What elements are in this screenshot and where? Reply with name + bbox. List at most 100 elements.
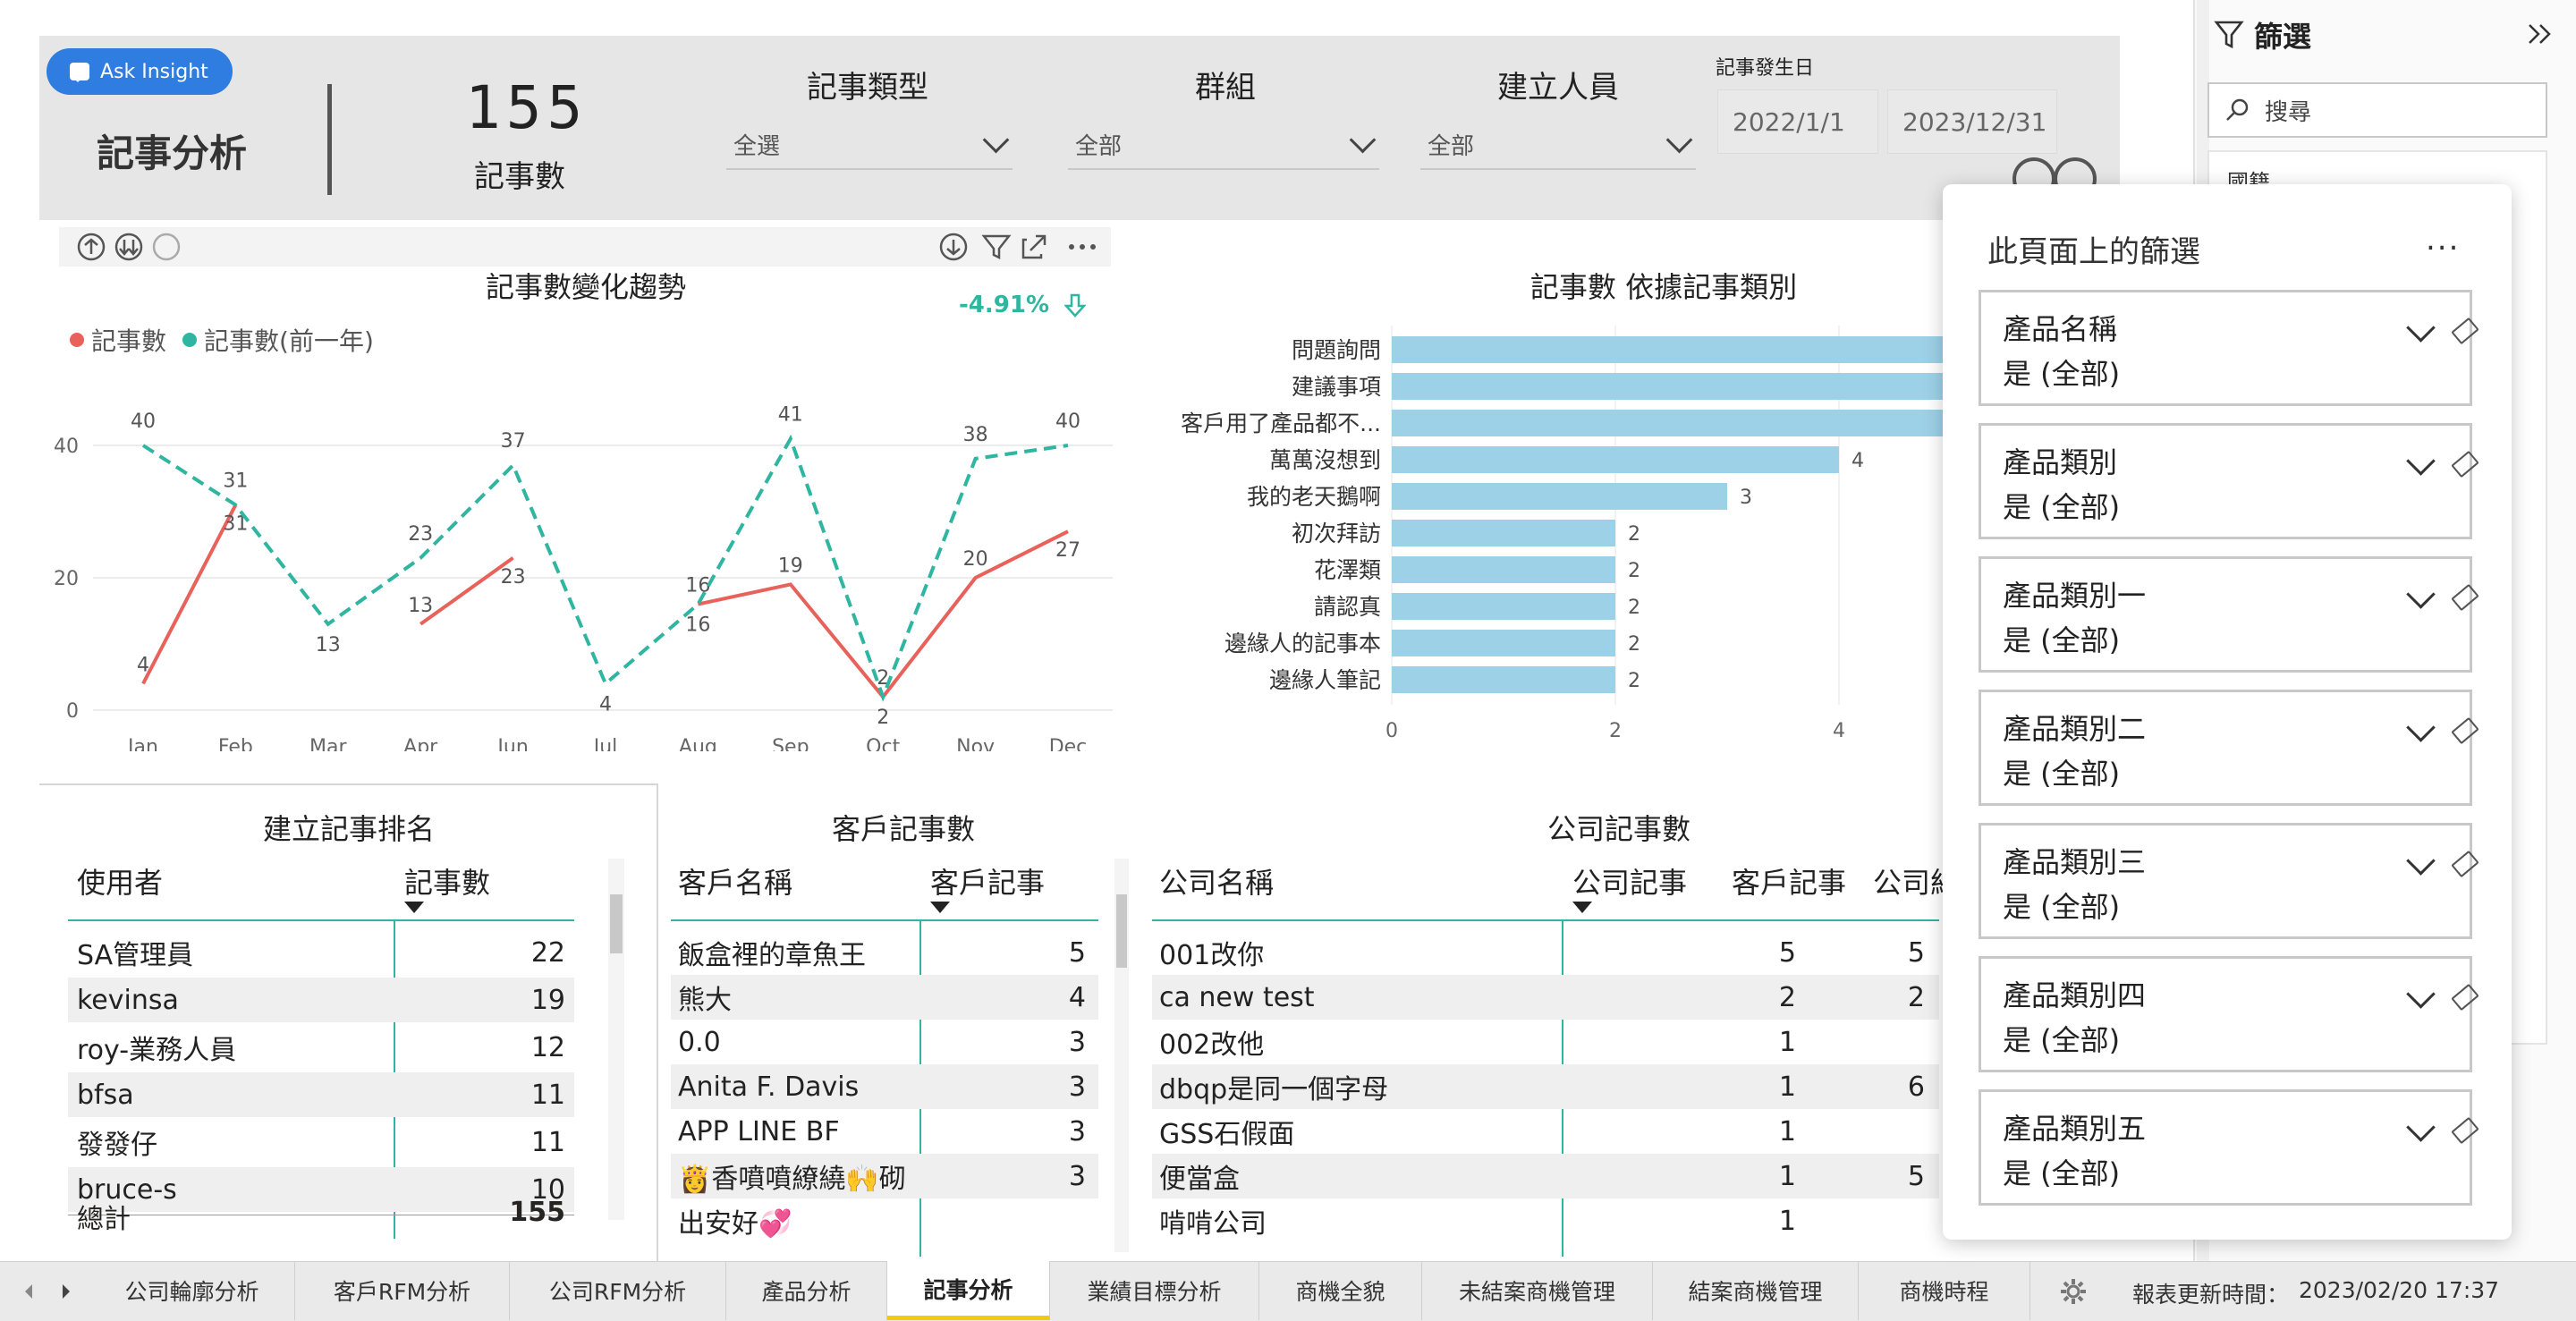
filter-card[interactable]: 產品名稱是 (全部) <box>1979 290 2479 406</box>
tab-3[interactable]: 公司RFM分析 <box>510 1261 726 1320</box>
table-row[interactable]: 0.0 3 <box>671 1020 1098 1064</box>
bar[interactable] <box>1392 593 1615 620</box>
bar[interactable] <box>1392 630 1615 656</box>
table-row[interactable]: 👸香噴噴繚繞🙌砌 3 <box>671 1154 1098 1198</box>
table-row[interactable]: 發發仔 11 <box>68 1120 574 1164</box>
scroll-thumb[interactable] <box>1116 894 1127 968</box>
table-row[interactable]: 001改你 5 5 <box>1152 930 1939 975</box>
legend-label-current: 記事數 <box>91 326 167 356</box>
focus-mode-icon <box>1021 234 1046 259</box>
series-line-current[interactable] <box>419 556 514 626</box>
chevron-down-icon[interactable] <box>2406 713 2436 742</box>
x-tick-label: Feb <box>218 736 253 751</box>
filter-card[interactable]: 產品類別五是 (全部) <box>1979 1089 2479 1206</box>
filter-card[interactable]: 產品類別二是 (全部) <box>1979 690 2479 806</box>
table-row[interactable]: dbqp是同一個字母 1 6 <box>1152 1064 1939 1109</box>
eraser-icon[interactable] <box>2451 317 2479 345</box>
bar[interactable] <box>1392 373 1955 400</box>
table-row[interactable]: APP LINE BF 3 <box>671 1109 1098 1154</box>
table-row[interactable]: 熊大 4 <box>671 975 1098 1020</box>
bar[interactable] <box>1392 556 1615 583</box>
chevron-down-icon[interactable] <box>2406 446 2436 476</box>
tab-navigation-arrows[interactable] <box>20 1281 82 1302</box>
tab-10[interactable]: 商機時程 <box>1859 1261 2030 1320</box>
table-row[interactable]: GSS石假面 1 <box>1152 1109 1939 1154</box>
column-header-company-notes[interactable]: 公司記事 <box>1572 860 1687 902</box>
table-row[interactable]: SA管理員 22 <box>68 930 574 975</box>
date-start-input[interactable]: 2022/1/1 <box>1717 89 1878 154</box>
bar[interactable] <box>1392 410 1955 436</box>
table-row[interactable]: 飯盒裡的章魚王 5 <box>671 930 1098 975</box>
tab-5[interactable]: 記事分析 <box>887 1261 1050 1320</box>
chevron-down-icon[interactable] <box>2406 846 2436 876</box>
eraser-icon[interactable] <box>2451 983 2479 1012</box>
gear-icon[interactable] <box>2059 1277 2088 1306</box>
filter-search-box[interactable]: 搜尋 <box>2207 82 2547 138</box>
slicer-dropdown-type[interactable]: 全選 <box>726 120 1013 170</box>
more-options-icon[interactable]: ... <box>2426 222 2460 258</box>
eraser-icon[interactable] <box>2451 583 2479 612</box>
column-header-company-name[interactable]: 公司名稱 <box>1159 860 1274 902</box>
bar[interactable] <box>1392 446 1839 473</box>
filter-card[interactable]: 產品類別三是 (全部) <box>1979 823 2479 939</box>
filter-value: 是 (全部) <box>2003 357 2121 391</box>
category-bar-chart[interactable]: 0 2 4 問題詢問建議事項客戶用了產品都不... 萬萬沒想到 4 我的老天鵝啊 3 初次拜訪 2… <box>1150 326 1955 755</box>
eraser-icon[interactable] <box>2451 716 2479 745</box>
collapse-pane-icon[interactable] <box>2524 18 2556 50</box>
filter-card[interactable]: 產品類別是 (全部) <box>1979 423 2479 539</box>
category-label: 邊緣人的記事本 <box>1224 631 1381 656</box>
column-header-customer-name[interactable]: 客戶名稱 <box>678 860 792 902</box>
x-tick-label: Mar <box>309 736 347 751</box>
table-row[interactable]: bfsa 11 <box>68 1072 574 1117</box>
chevron-down-icon[interactable] <box>2406 313 2436 343</box>
eraser-icon[interactable] <box>2451 1116 2479 1145</box>
category-chart-title: 記事數 依據記事類別 <box>1530 270 1798 304</box>
bar[interactable] <box>1392 520 1615 546</box>
data-label-previous: 2 <box>877 707 889 729</box>
table-row[interactable]: roy-業務人員 12 <box>68 1025 574 1070</box>
chevron-down-icon[interactable] <box>2406 580 2436 609</box>
ask-insight-button[interactable]: Ask Insight <box>47 48 233 95</box>
chevron-down-icon[interactable] <box>2406 979 2436 1009</box>
column-header-count[interactable]: 記事數 <box>404 860 490 902</box>
drill-controls[interactable] <box>75 231 182 263</box>
filter-card[interactable]: 產品類別四是 (全部) <box>1979 956 2479 1072</box>
column-header-user[interactable]: 使用者 <box>77 860 163 902</box>
slicer-dropdown-creator[interactable]: 全部 <box>1420 120 1696 170</box>
x-tick-label: Dec <box>1049 736 1088 751</box>
bar[interactable] <box>1392 666 1615 693</box>
chevron-down-icon[interactable] <box>2406 1113 2436 1142</box>
tab-4[interactable]: 產品分析 <box>726 1261 887 1320</box>
table-row[interactable]: ca new test 2 2 <box>1152 975 1939 1020</box>
bar[interactable] <box>1392 336 1955 363</box>
scroll-thumb[interactable] <box>610 894 623 953</box>
series-line-previous[interactable] <box>141 434 1069 702</box>
column-header-customer-notes[interactable]: 客戶記事 <box>930 860 1045 902</box>
column-header-customer-notes[interactable]: 客戶記事 <box>1732 860 1846 902</box>
visual-options[interactable] <box>937 231 1107 263</box>
tab-8[interactable]: 未結案商機管理 <box>1422 1261 1653 1320</box>
slicer-dropdown-group[interactable]: 全部 <box>1068 120 1379 170</box>
tab-9[interactable]: 結案商機管理 <box>1653 1261 1859 1320</box>
trend-line-chart[interactable]: 0 20 40 Jan Feb Mar Apr Jun Jul Aug Sep Oct Nov Dec 4 3… <box>39 376 1113 751</box>
customer-table-scrollbar[interactable] <box>1114 859 1129 1252</box>
table-row[interactable]: 出安好💞 <box>671 1198 1098 1243</box>
x-tick-label: 4 <box>1833 720 1845 742</box>
table-row[interactable]: Anita F. Davis 3 <box>671 1064 1098 1109</box>
bar[interactable] <box>1392 483 1727 510</box>
eraser-icon[interactable] <box>2451 450 2479 478</box>
tab-7[interactable]: 商機全貌 <box>1259 1261 1422 1320</box>
table-row[interactable]: kevinsa 19 <box>68 978 574 1022</box>
tab-6[interactable]: 業績目標分析 <box>1050 1261 1259 1320</box>
table-row[interactable]: 啃啃公司 1 <box>1152 1198 1939 1243</box>
series-line-current[interactable] <box>141 504 238 685</box>
date-end-input[interactable]: 2023/12/31 <box>1887 89 2057 154</box>
tab-2[interactable]: 客戶RFM分析 <box>295 1261 510 1320</box>
filter-card[interactable]: 產品類別一是 (全部) <box>1979 556 2479 673</box>
table-row[interactable]: 便當盒 1 5 <box>1152 1154 1939 1198</box>
eraser-icon[interactable] <box>2451 850 2479 878</box>
cell-customer-name: APP LINE BF <box>678 1115 840 1147</box>
tab-1[interactable]: 公司輪廓分析 <box>89 1261 295 1320</box>
user-table-scrollbar[interactable] <box>608 859 624 1220</box>
table-row[interactable]: 002改他 1 <box>1152 1020 1939 1064</box>
